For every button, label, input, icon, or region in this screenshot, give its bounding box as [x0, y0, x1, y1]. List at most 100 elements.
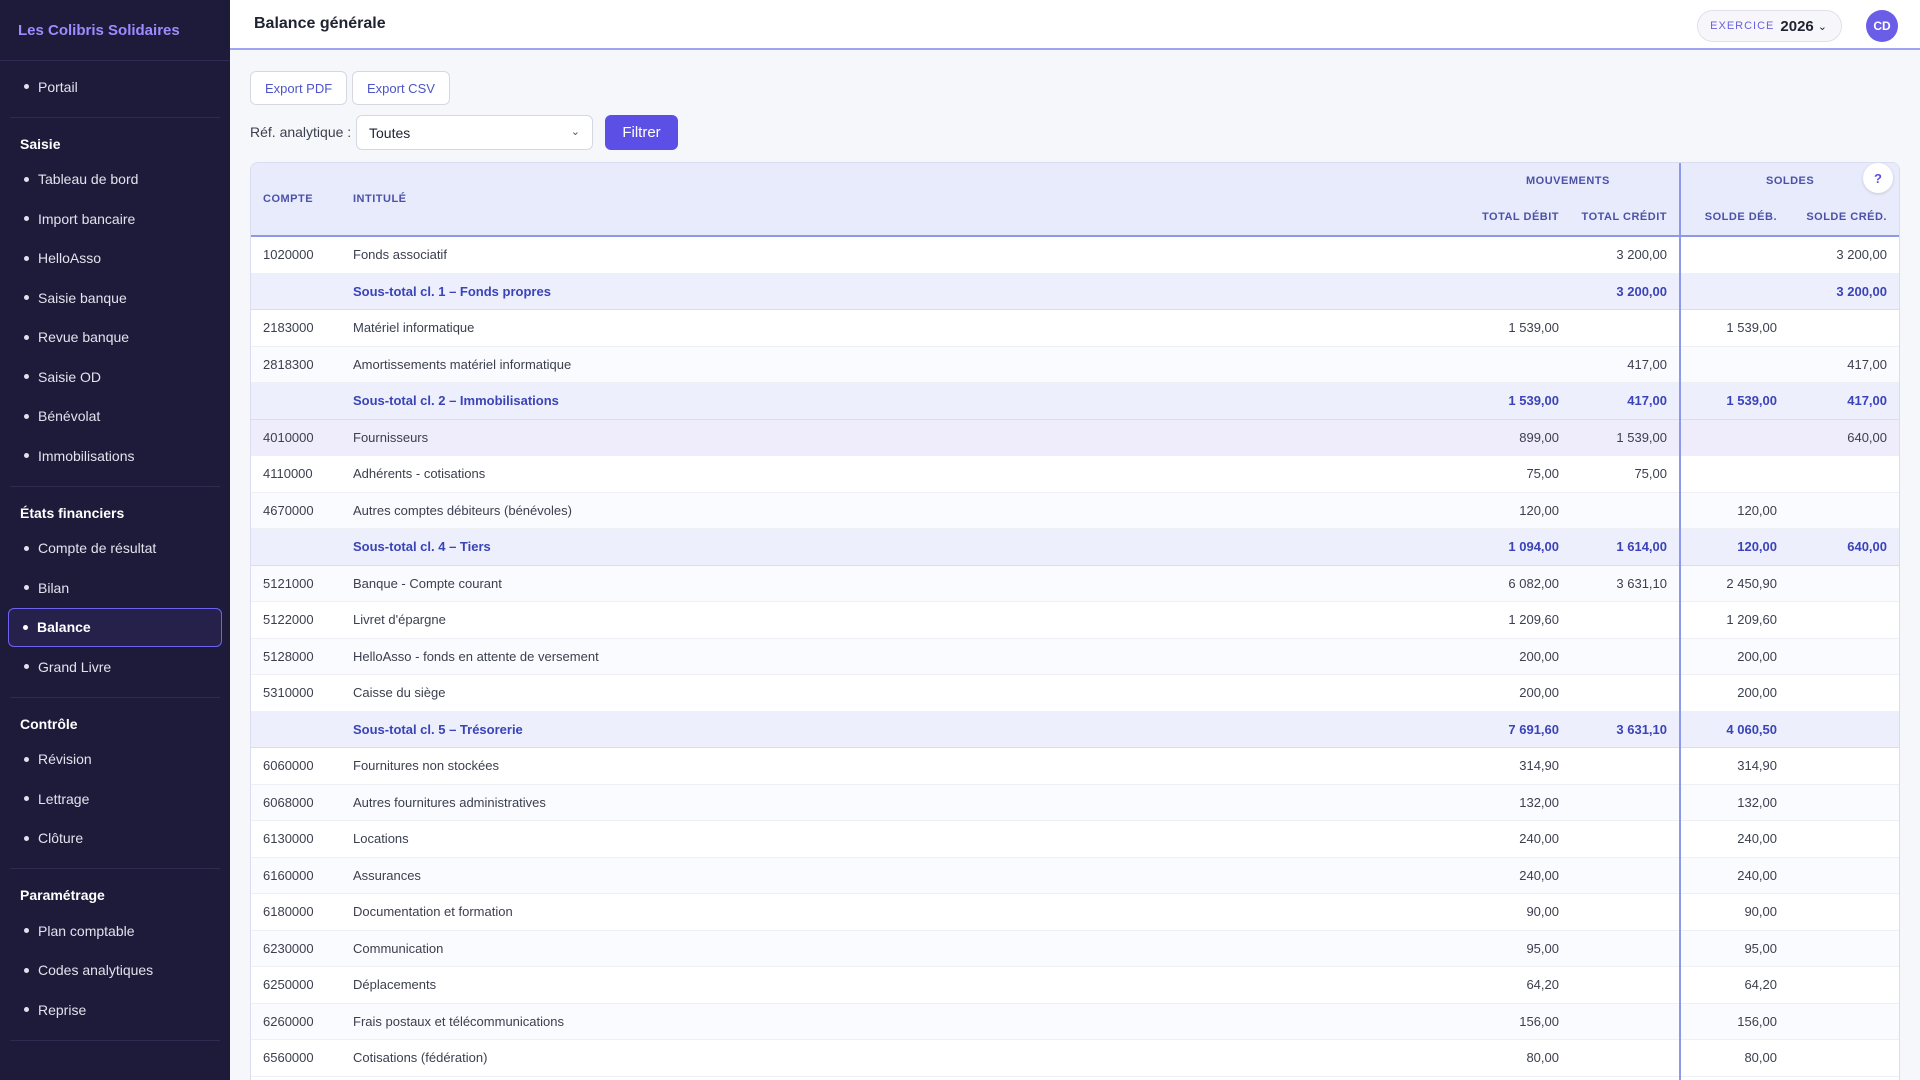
exercise-year: 2026 — [1780, 17, 1814, 35]
table-row[interactable]: 2818300 Amortissements matériel informati… — [251, 346, 1899, 383]
bullet-icon — [24, 756, 29, 762]
sidebar-item-grand-livre[interactable]: Grand Livre — [10, 647, 220, 687]
sidebar-item-reprise[interactable]: Reprise — [10, 990, 220, 1030]
avatar[interactable]: CD — [1866, 10, 1898, 42]
sidebar-item-label: Bilan — [38, 579, 70, 596]
sidebar-item-compte-de-resultat[interactable]: Compte de résultat — [10, 529, 220, 569]
subtotal-row[interactable]: Sous-total cl. 1 – Fonds propres 3 200,00… — [251, 273, 1899, 310]
cell-compte: 5122000 — [263, 612, 314, 627]
table-row[interactable]: 6260000 Frais postaux et télécommunicatio… — [251, 1003, 1899, 1040]
cell-compte: 6560000 — [263, 1050, 314, 1065]
cell-compte: 6068000 — [263, 794, 314, 810]
export-csv-button[interactable]: Export CSV — [352, 71, 450, 105]
bullet-icon — [23, 624, 28, 630]
cell-total-debit: 200,00 — [1519, 648, 1559, 664]
cell-intitule: HelloAsso - fonds en attente de versemen… — [353, 648, 599, 664]
table-row[interactable]: 6560000 Cotisations (fédération) 80,00 80,0… — [251, 1040, 1899, 1077]
cell-intitule: Autres comptes débiteurs (bénévoles) — [353, 502, 572, 518]
table-body: 1020000 Fonds associatif 3 200,00 3 200,00 S… — [251, 237, 1899, 1077]
select-value: Toutes — [369, 124, 411, 141]
nav-group-top: Portail — [10, 61, 220, 118]
cell-total-debit: 240,00 — [1519, 867, 1559, 883]
table-row[interactable]: 6250000 Déplacements 64,20 64,20 — [251, 967, 1899, 1004]
subtotal-row[interactable]: Sous-total cl. 4 – Tiers 1 094,00 1 614,00… — [251, 529, 1899, 566]
cell-total-credit: 1 539,00 — [1616, 429, 1667, 445]
cell-compte: 5128000 — [263, 648, 314, 664]
sidebar-item-bilan[interactable]: Bilan — [10, 568, 220, 608]
sidebar-item-tableau-de-bord[interactable]: Tableau de bord — [10, 160, 220, 200]
cell-compte: 5121000 — [263, 575, 314, 591]
bullet-icon — [24, 413, 29, 419]
table-row[interactable]: 6068000 Autres fournitures administrative… — [251, 784, 1899, 821]
table-row[interactable]: 6130000 Locations 240,00 240,00 — [251, 821, 1899, 858]
cell-solde-debit: 80,00 — [1744, 1050, 1777, 1065]
analytic-ref-select[interactable]: Toutes ⌄ — [356, 115, 593, 150]
sidebar-item-revue-banque[interactable]: Revue banque — [10, 318, 220, 358]
cell-solde-debit: 95,00 — [1744, 940, 1777, 956]
cell-intitule: Matériel informatique — [353, 320, 475, 335]
table-row[interactable]: 1020000 Fonds associatif 3 200,00 3 200,00 — [251, 237, 1899, 274]
sidebar-item-label: Codes analytiques — [38, 962, 154, 979]
cell-compte: 6260000 — [263, 1013, 314, 1029]
col-header-compte: COMPTE — [263, 193, 314, 205]
exercise-selector[interactable]: EXERCICE 2026 ⌄ — [1697, 10, 1842, 42]
cell-total-debit: 64,20 — [1526, 977, 1559, 992]
sidebar-item-immobilisations[interactable]: Immobilisations — [10, 436, 220, 476]
cell-compte: 2818300 — [263, 356, 314, 372]
sidebar-item-helloasso[interactable]: HelloAsso — [10, 239, 220, 279]
sidebar-item-plan-comptable[interactable]: Plan comptable — [10, 911, 220, 951]
sidebar-item-label: Saisie OD — [38, 368, 102, 385]
cell-total-credit: 417,00 — [1627, 356, 1667, 372]
table-row[interactable]: 6160000 Assurances 240,00 240,00 — [251, 857, 1899, 894]
sidebar-item-balance[interactable]: Balance — [8, 607, 222, 647]
sidebar-item-saisie-od[interactable]: Saisie OD — [10, 357, 220, 397]
export-pdf-button[interactable]: Export PDF — [250, 71, 348, 105]
sidebar-item-portail[interactable]: Portail — [10, 67, 220, 107]
cell-total-debit: 200,00 — [1519, 685, 1559, 700]
cell-compte: 4010000 — [263, 429, 314, 445]
sidebar-item-revision[interactable]: Révision — [10, 740, 220, 780]
sidebar-item-cloture[interactable]: Clôture — [10, 819, 220, 859]
cell-compte: 4110000 — [263, 466, 313, 481]
cell-total-credit: 3 631,10 — [1616, 575, 1667, 591]
sidebar-item-lettrage[interactable]: Lettrage — [10, 779, 220, 819]
table-row[interactable]: 5128000 HelloAsso - fonds en attente de v… — [251, 638, 1899, 675]
sidebar-item-benevolat[interactable]: Bénévolat — [10, 397, 220, 437]
table-row[interactable]: 6060000 Fournitures non stockées 314,90 314… — [251, 748, 1899, 785]
table-row[interactable]: 5121000 Banque - Compte courant 6 082,00 3 … — [251, 565, 1899, 602]
sidebar-item-label: Révision — [38, 751, 92, 768]
brand-name[interactable]: Les Colibris Solidaires — [0, 0, 230, 61]
table-row[interactable]: 5310000 Caisse du siège 200,00 200,00 — [251, 675, 1899, 712]
cell-solde-debit: 156,00 — [1737, 1013, 1777, 1029]
chevron-down-icon: ⌄ — [1817, 20, 1827, 33]
subtotal-row[interactable]: Sous-total cl. 5 – Trésorerie 7 691,60 3 6… — [251, 711, 1899, 748]
table-row[interactable]: 4110000 Adhérents - cotisations 75,00 75,00 — [251, 456, 1899, 493]
sidebar-item-saisie-banque[interactable]: Saisie banque — [10, 278, 220, 318]
cell-solde-debit: 1 209,60 — [1726, 612, 1777, 627]
cell-intitule: Frais postaux et télécommunications — [353, 1013, 564, 1029]
filter-button[interactable]: Filtrer — [605, 115, 678, 150]
cell-total-debit: 6 082,00 — [1508, 575, 1559, 591]
table-row[interactable]: 2183000 Matériel informatique 1 539,00 1 53… — [251, 310, 1899, 347]
table-row[interactable]: 5122000 Livret d'épargne 1 209,60 1 209,60 — [251, 602, 1899, 639]
cell-total-debit: 1 094,00 — [1508, 539, 1559, 554]
sidebar-item-import-bancaire[interactable]: Import bancaire — [10, 199, 220, 239]
bullet-icon — [24, 255, 29, 261]
sidebar-item-label: Grand Livre — [38, 658, 112, 675]
table-row[interactable]: 4010000 Fournisseurs 899,00 1 539,00 640,00 — [251, 419, 1899, 456]
cell-intitule: Fonds associatif — [353, 247, 447, 262]
table-row[interactable]: 4670000 Autres comptes débiteurs (bénévol… — [251, 492, 1899, 529]
nav-group-title: Paramétrage — [20, 887, 105, 903]
col-header-intitule: INTITULÉ — [353, 193, 407, 205]
table-row[interactable]: 6180000 Documentation et formation 90,00 90… — [251, 894, 1899, 931]
subtotal-row[interactable]: Sous-total cl. 2 – Immobilisations 1 539,… — [251, 383, 1899, 420]
cell-total-debit: 7 691,60 — [1508, 721, 1559, 737]
cell-intitule: Assurances — [353, 867, 421, 883]
exercise-label: EXERCICE — [1710, 20, 1775, 32]
col-header-solde-deb: SOLDE DÉB. — [1704, 211, 1777, 223]
nav-group: Paramétrage Plan comptable Codes analytiqu… — [10, 869, 220, 1041]
sidebar-item-codes-analytiques[interactable]: Codes analytiques — [10, 951, 220, 991]
help-icon[interactable]: ? — [1863, 163, 1893, 193]
table-row[interactable]: 6230000 Communication 95,00 95,00 — [251, 930, 1899, 967]
cell-total-credit: 417,00 — [1627, 393, 1667, 408]
